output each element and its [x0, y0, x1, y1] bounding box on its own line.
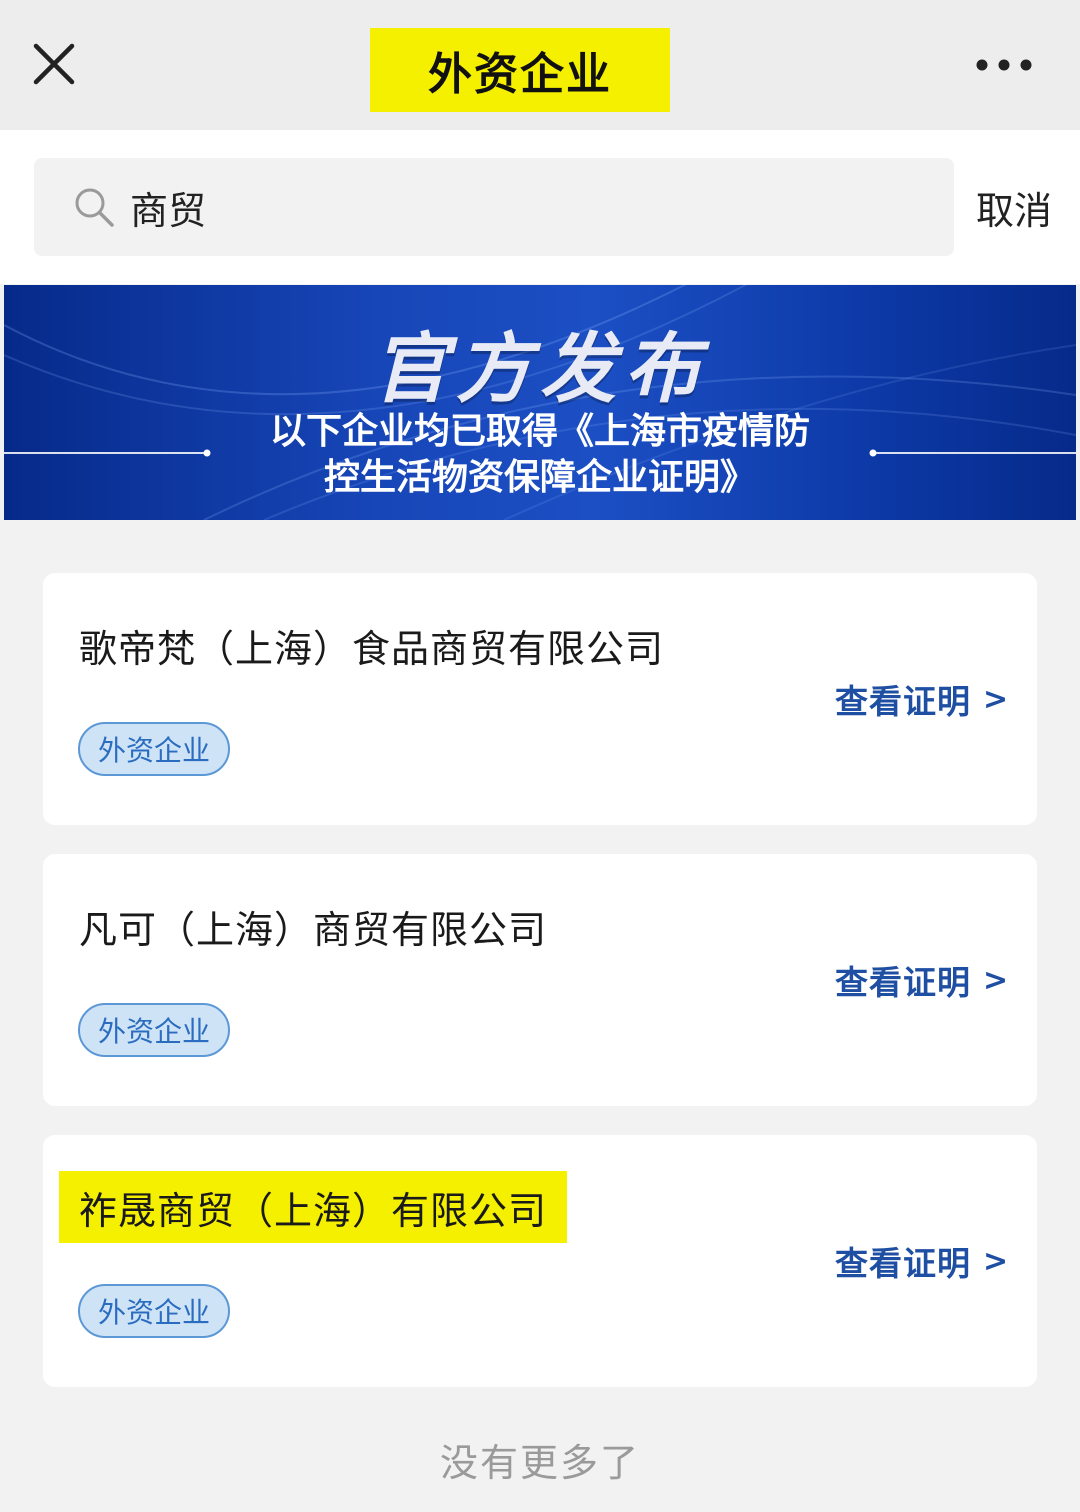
company-type-tag: 外资企业: [78, 722, 230, 776]
cancel-button[interactable]: 取消: [976, 180, 1052, 235]
search-box[interactable]: [34, 158, 954, 256]
banner-deco-line-right: [869, 449, 1076, 457]
banner-subtitle-line2: 控生活物资保障企业证明》: [323, 457, 756, 498]
company-type-tag-label: 外资企业: [97, 1296, 210, 1329]
page-title-highlight: 外资企业: [370, 28, 670, 112]
result-card[interactable]: 凡可（上海）商贸有限公司 外资企业 查看证明 >: [43, 854, 1037, 1106]
search-area: 取消: [0, 130, 1080, 284]
view-certificate-link[interactable]: 查看证明 >: [835, 1239, 1009, 1284]
close-button[interactable]: [28, 38, 80, 90]
search-icon: [72, 185, 116, 229]
company-type-tag: 外资企业: [78, 1003, 230, 1057]
view-certificate-label: 查看证明: [835, 1244, 971, 1283]
chevron-right-icon: >: [983, 962, 1009, 998]
company-name-highlight: 祚晟商贸（上海）有限公司: [59, 1171, 568, 1243]
company-type-tag: 外资企业: [78, 1284, 230, 1338]
top-nav-bar: 外资企业: [0, 0, 1080, 130]
chevron-right-icon: >: [983, 681, 1009, 717]
result-card[interactable]: 歌帝梵（上海）食品商贸有限公司 外资企业 查看证明 >: [43, 573, 1037, 825]
company-name: 歌帝梵（上海）食品商贸有限公司: [79, 626, 665, 671]
result-card[interactable]: 祚晟商贸（上海）有限公司 外资企业 查看证明 >: [43, 1135, 1037, 1387]
company-name-wrap: 凡可（上海）商贸有限公司: [79, 896, 547, 956]
chevron-right-icon: >: [983, 1243, 1009, 1279]
official-release-banner: 官方发布 以下企业均已取得《上海市疫情防 控生活物资保障企业证明》: [4, 285, 1076, 520]
company-name-wrap: 歌帝梵（上海）食品商贸有限公司: [79, 615, 664, 675]
banner-deco-line-left: [4, 449, 211, 457]
banner-headline: 官方发布: [372, 324, 708, 413]
view-certificate-link[interactable]: 查看证明 >: [835, 958, 1009, 1003]
company-type-tag-label: 外资企业: [97, 734, 210, 767]
company-type-tag-label: 外资企业: [97, 1015, 210, 1048]
company-name: 祚晟商贸（上海）有限公司: [79, 1188, 548, 1233]
more-dots-icon: [976, 59, 1032, 71]
view-certificate-link[interactable]: 查看证明 >: [835, 677, 1009, 722]
search-input[interactable]: [130, 185, 910, 229]
view-certificate-label: 查看证明: [835, 963, 971, 1002]
more-button[interactable]: [968, 44, 1040, 86]
close-icon: [33, 43, 75, 85]
view-certificate-label: 查看证明: [835, 682, 971, 721]
page-title: 外资企业: [428, 49, 612, 100]
company-name: 凡可（上海）商贸有限公司: [79, 907, 548, 952]
no-more-results: 没有更多了: [439, 1441, 640, 1485]
